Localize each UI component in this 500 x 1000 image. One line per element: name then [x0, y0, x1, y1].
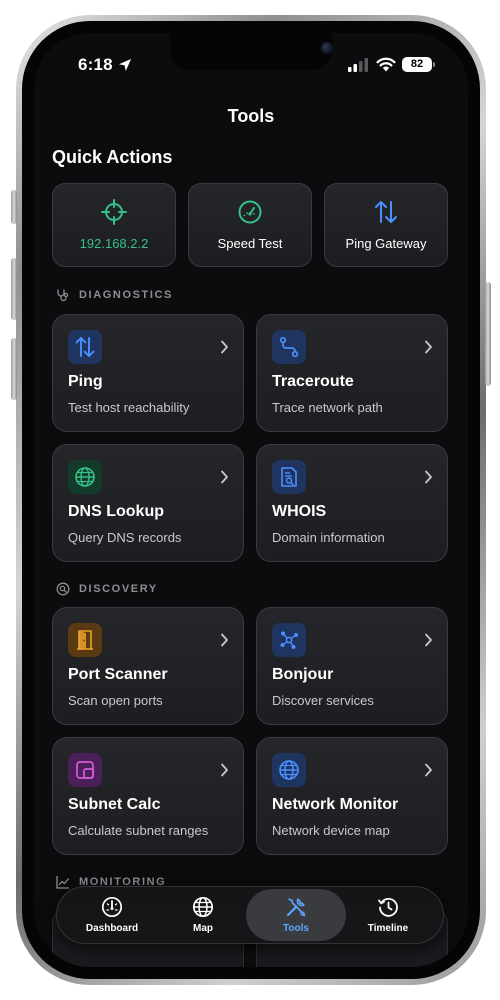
status-time: 6:18: [78, 55, 113, 74]
volume-down-button: [11, 338, 17, 400]
square-corner-icon: [76, 761, 94, 779]
tab-timeline[interactable]: Timeline: [353, 893, 423, 937]
speedometer-icon: [238, 200, 262, 224]
mute-switch: [11, 190, 17, 224]
tool-card-network-monitor[interactable]: Network Monitor Network device map: [256, 737, 448, 855]
notch: [170, 33, 333, 70]
tool-name: Network Monitor: [272, 796, 399, 813]
tool-description: Scan open ports: [68, 693, 163, 708]
port-scanner-icon-tile: [68, 623, 102, 657]
gauge-icon: [101, 896, 123, 918]
chevron-right-icon: [221, 763, 228, 777]
tool-description: Query DNS records: [68, 530, 182, 545]
crosshair-icon: [101, 199, 127, 225]
chevron-right-icon: [221, 340, 228, 354]
chart-line-icon: [56, 876, 70, 889]
tool-description: Domain information: [272, 530, 385, 545]
tool-card-port-scanner[interactable]: Port Scanner Scan open ports: [52, 607, 244, 725]
stethoscope-icon: [57, 289, 69, 302]
tool-name: Port Scanner: [68, 666, 168, 683]
quick-actions-title: Quick Actions: [52, 147, 173, 167]
tool-card-ping[interactable]: Ping Test host reachability: [52, 314, 244, 432]
chevron-right-icon: [425, 633, 432, 647]
tool-card-whois[interactable]: WHOIS Domain information: [256, 444, 448, 562]
quick-action-speed-test[interactable]: Speed Test: [188, 183, 312, 267]
traceroute-icon-tile: [272, 330, 306, 364]
quick-action-ip-address[interactable]: 192.168.2.2: [52, 183, 176, 267]
bonjour-icon-tile: [272, 623, 306, 657]
chevron-right-icon: [425, 470, 432, 484]
tool-name: Subnet Calc: [68, 796, 161, 813]
dns-lookup-icon-tile: [68, 460, 102, 494]
subnet-calc-icon-tile: [68, 753, 102, 787]
tool-description: Test host reachability: [68, 400, 190, 415]
tool-card-subnet-calc[interactable]: Subnet Calc Calculate subnet ranges: [52, 737, 244, 855]
volume-up-button: [11, 258, 17, 320]
chevron-right-icon: [425, 763, 432, 777]
discovery-title: DISCOVERY: [79, 583, 158, 595]
tool-name: Traceroute: [272, 373, 354, 390]
tab-bar: Dashboard Map Tools Timeline: [56, 886, 444, 944]
tab-map[interactable]: Map: [168, 893, 238, 937]
route-icon: [279, 336, 299, 358]
whois-icon-tile: [272, 460, 306, 494]
ping-gateway-label: Ping Gateway: [345, 236, 427, 251]
tool-card-bonjour[interactable]: Bonjour Discover services: [256, 607, 448, 725]
arrows-up-down-icon: [375, 201, 397, 223]
globe-icon: [279, 760, 299, 780]
location-arrow-icon: [119, 59, 131, 71]
tool-description: Calculate subnet ranges: [68, 823, 209, 838]
ping-icon-tile: [68, 330, 102, 364]
tools-icon: [286, 898, 306, 917]
document-search-icon: [281, 467, 297, 487]
tab-label: Dashboard: [85, 923, 139, 934]
app-screen: 6:18 82 Tools Quick Actions 192.168.2.2: [34, 33, 468, 967]
diagnostics-title: DIAGNOSTICS: [79, 289, 173, 301]
tool-description: Discover services: [272, 693, 374, 708]
battery-cap: [433, 62, 435, 67]
radar-search-icon: [56, 582, 70, 596]
network-nodes-icon: [280, 631, 298, 649]
cellular-signal-icon: [348, 58, 368, 72]
tab-label: Timeline: [367, 923, 409, 934]
tab-tools[interactable]: Tools: [261, 893, 331, 937]
globe-icon: [192, 896, 214, 918]
tab-label: Tools: [283, 923, 309, 934]
quick-action-ping-gateway[interactable]: Ping Gateway: [324, 183, 448, 267]
wifi-icon: [376, 57, 396, 72]
battery-level: 82: [410, 58, 424, 70]
ip-address-label: 192.168.2.2: [79, 236, 149, 251]
page-title: Tools: [227, 106, 275, 126]
front-camera: [321, 42, 333, 54]
tab-label: Map: [193, 923, 213, 934]
tool-name: DNS Lookup: [68, 503, 164, 520]
tool-card-dns-lookup[interactable]: DNS Lookup Query DNS records: [52, 444, 244, 562]
chevron-right-icon: [425, 340, 432, 354]
network-monitor-icon-tile: [272, 753, 306, 787]
arrows-up-down-icon: [75, 337, 95, 357]
power-button: [485, 282, 491, 386]
chevron-right-icon: [221, 470, 228, 484]
tab-dashboard[interactable]: Dashboard: [77, 893, 147, 937]
tool-description: Trace network path: [272, 400, 383, 415]
chevron-right-icon: [221, 633, 228, 647]
globe-icon: [75, 467, 95, 487]
tool-description: Network device map: [272, 823, 390, 838]
tool-name: Ping: [68, 373, 103, 390]
tool-card-traceroute[interactable]: Traceroute Trace network path: [256, 314, 448, 432]
tool-name: WHOIS: [272, 503, 327, 520]
tool-name: Bonjour: [272, 666, 334, 683]
speed-test-label: Speed Test: [217, 236, 283, 251]
battery-indicator: 82: [402, 57, 432, 72]
door-icon: [77, 630, 93, 650]
history-icon: [378, 897, 398, 917]
